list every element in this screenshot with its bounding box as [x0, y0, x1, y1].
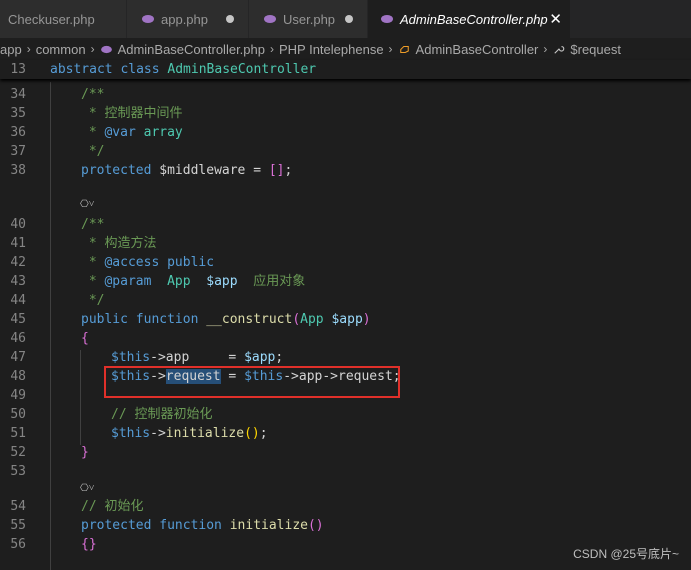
php-elephant-icon — [381, 15, 393, 23]
code-line: * 构造方法 — [81, 236, 157, 251]
tab-label: Checkuser.php — [8, 11, 95, 27]
watermark: CSDN @25号底片~ — [573, 547, 679, 561]
line-number: 51 — [10, 426, 26, 441]
chevron-right-icon: › — [90, 42, 95, 56]
breadcrumb: app › common › AdminBaseController.php ›… — [0, 38, 691, 60]
line-number: 36 — [10, 125, 26, 140]
breadcrumb-item-property[interactable]: $request — [570, 42, 621, 57]
fold-chevron-icon[interactable]: ⎔˅ — [80, 199, 94, 210]
sticky-scroll-header[interactable]: 13 abstract class AdminBaseController — [0, 60, 691, 79]
line-number: 13 — [10, 62, 26, 77]
line-number: 48 — [10, 369, 26, 384]
line-number: 56 — [10, 537, 26, 552]
highlight-annotation-box — [104, 366, 400, 398]
line-number: 47 — [10, 350, 26, 365]
code-line: * 控制器中间件 — [81, 106, 183, 121]
chevron-right-icon: › — [269, 42, 274, 56]
breadcrumb-item-class[interactable]: AdminBaseController — [416, 42, 539, 57]
code-line: $this->app = $app; — [111, 350, 284, 365]
code-line: * @access public — [81, 255, 215, 270]
chevron-right-icon: › — [388, 42, 393, 56]
breadcrumb-item-common[interactable]: common — [36, 42, 86, 57]
line-number: 34 — [10, 87, 26, 102]
code-line: */ — [81, 144, 105, 159]
close-icon[interactable]: ✕ — [549, 10, 562, 28]
line-number: 55 — [10, 518, 26, 533]
php-elephant-icon — [264, 15, 276, 23]
line-number: 53 — [10, 464, 26, 479]
code-line: * @var array — [81, 125, 183, 140]
code-line: abstract class AdminBaseController — [50, 62, 317, 77]
tab-label: User.php — [283, 11, 336, 27]
line-number: 46 — [10, 331, 26, 346]
line-number: 52 — [10, 445, 26, 460]
fold-chevron-icon[interactable]: ⎔˅ — [80, 483, 94, 494]
php-elephant-icon — [100, 45, 112, 53]
code-line: protected function initialize() — [81, 518, 324, 533]
code-line: /** — [81, 87, 105, 102]
line-number: 35 — [10, 106, 26, 121]
line-number: 50 — [10, 407, 26, 422]
line-number: 44 — [10, 293, 26, 308]
breadcrumb-item-file[interactable]: AdminBaseController.php — [118, 42, 265, 57]
wrench-icon — [554, 45, 565, 54]
line-number: 41 — [10, 236, 26, 251]
tab-app[interactable]: app.php — [127, 0, 249, 38]
code-line: public function __construct(App $app) — [81, 312, 371, 327]
tab-user[interactable]: User.php — [249, 0, 368, 38]
unsaved-dot-icon[interactable] — [345, 15, 353, 23]
chevron-right-icon: › — [543, 42, 548, 56]
code-line: protected $middleware = []; — [81, 163, 293, 178]
code-line: } — [81, 445, 89, 460]
tab-checkuser[interactable]: Checkuser.php — [0, 0, 127, 38]
code-line: /** — [81, 217, 105, 232]
line-number: 38 — [10, 163, 26, 178]
code-line: * @param App $app 应用对象 — [81, 274, 306, 289]
line-number: 54 — [10, 499, 26, 514]
code-editor[interactable]: ⎔˅ ⎔˅ 34 35 36 37 38 40 41 42 43 44 45 4… — [0, 60, 691, 570]
chevron-right-icon: › — [26, 42, 31, 56]
code-line: // 控制器初始化 — [111, 407, 213, 422]
line-number: 43 — [10, 274, 26, 289]
tab-adminbasecontroller[interactable]: AdminBaseController.php ✕ — [368, 0, 571, 38]
tab-label: app.php — [161, 11, 208, 27]
line-number: 49 — [10, 388, 26, 403]
line-number: 37 — [10, 144, 26, 159]
class-icon — [399, 45, 409, 53]
code-line: // 初始化 — [81, 499, 144, 514]
code-line: $this->initialize(); — [111, 426, 268, 441]
code-line: */ — [81, 293, 105, 308]
line-number: 40 — [10, 217, 26, 232]
breadcrumb-item-app[interactable]: app — [0, 42, 22, 57]
code-line: { — [81, 331, 89, 346]
line-number: 45 — [10, 312, 26, 327]
breadcrumb-item-language-server[interactable]: PHP Intelephense — [279, 42, 384, 57]
php-elephant-icon — [142, 15, 154, 23]
indent-guide — [80, 350, 81, 445]
indent-guide — [50, 82, 51, 570]
editor-tab-bar: Checkuser.php app.php User.php AdminBase… — [0, 0, 691, 38]
tab-label: AdminBaseController.php — [400, 11, 548, 27]
line-number: 42 — [10, 255, 26, 270]
unsaved-dot-icon[interactable] — [226, 15, 234, 23]
code-line: {} — [81, 537, 97, 552]
